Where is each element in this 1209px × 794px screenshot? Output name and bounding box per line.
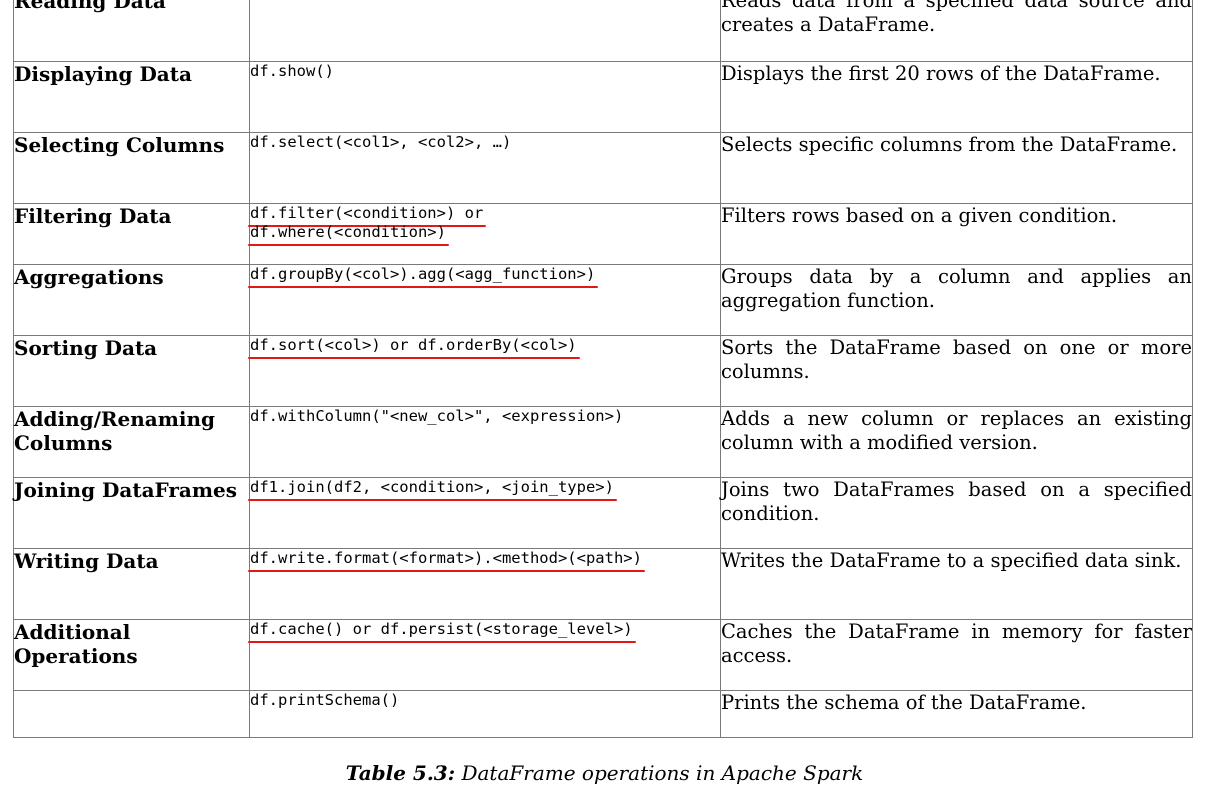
table-row: Joining DataFrames df1.join(df2, <conditi… <box>13 477 1193 549</box>
code-cell: df1.join(df2, <condition>, <join_type>) <box>248 477 721 549</box>
description-cell: Prints the schema of the DataFrame. <box>720 690 1193 738</box>
operation-cell: Joining DataFrames <box>13 477 250 549</box>
caption-label: Table 5.3: <box>345 761 456 785</box>
description-cell: Sorts the DataFrame based on one or more… <box>720 335 1193 407</box>
code-cell: df.write.format(<format>).<method>(<path… <box>248 548 721 620</box>
code-cell: df.show() <box>249 61 721 133</box>
code-cell <box>249 0 721 62</box>
table-row: Adding/Renaming Columns df.withColumn("<n… <box>13 406 1193 478</box>
table-row: Writing Data df.write.format(<format>).<m… <box>13 548 1193 620</box>
operation-cell: Writing Data <box>13 548 250 620</box>
table-row: Reading Data Reads data from a specified … <box>13 0 1193 62</box>
description-cell: Displays the first 20 rows of the DataFr… <box>720 61 1193 133</box>
code-line: df.select(<col1>, <col2>, …) <box>250 133 512 151</box>
code-cell: df.groupBy(<col>).agg(<agg_function>) <box>247 264 721 336</box>
description-cell: Groups data by a column and applies an a… <box>720 264 1193 336</box>
code-line-underlined: df.sort(<col>) or df.orderBy(<col>) <box>248 336 580 359</box>
description-cell: Filters rows based on a given condition. <box>720 203 1193 265</box>
code-line-underlined: df.cache() or df.persist(<storage_level>… <box>248 620 636 643</box>
operation-cell: Selecting Columns <box>13 132 250 204</box>
operations-table-body: Reading Data Reads data from a specified … <box>13 0 1193 738</box>
operation-cell: Filtering Data <box>13 203 250 265</box>
table-row: Selecting Columns df.select(<col1>, <col2… <box>13 132 1193 204</box>
code-cell: df.withColumn("<new_col>", <expression>) <box>249 406 721 478</box>
operations-table: Reading Data Reads data from a specified … <box>13 0 1193 738</box>
description-cell: Reads data from a specified data source … <box>720 0 1193 62</box>
operation-cell: Aggregations <box>13 264 250 336</box>
operation-cell: Adding/Renaming Columns <box>13 406 250 478</box>
code-cell: df.select(<col1>, <col2>, …) <box>249 132 721 204</box>
code-line-underlined: df.filter(<condition>) or <box>247 204 487 227</box>
table-row: Filtering Data df.filter(<condition>) or d… <box>13 203 1193 265</box>
table-row: Displaying Data df.show() Displays the fir… <box>13 61 1193 133</box>
table-row: Aggregations df.groupBy(<col>).agg(<agg_f… <box>13 264 1193 336</box>
code-line: df.printSchema() <box>250 691 400 709</box>
operation-cell: Sorting Data <box>13 335 250 407</box>
code-line-underlined: df.groupBy(<col>).agg(<agg_function>) <box>247 265 599 288</box>
code-line: df.withColumn("<new_col>", <expression>) <box>250 407 624 425</box>
table-row: Sorting Data df.sort(<col>) or df.orderBy… <box>13 335 1193 407</box>
operation-cell <box>13 690 250 738</box>
description-cell: Joins two DataFrames based on a specifie… <box>720 477 1193 549</box>
operation-cell: Additional Operations <box>13 619 250 691</box>
code-cell: df.cache() or df.persist(<storage_level>… <box>248 619 721 691</box>
table-caption: Table 5.3: DataFrame operations in Apach… <box>0 761 1209 785</box>
description-cell: Writes the DataFrame to a specified data… <box>720 548 1193 620</box>
code-cell: df.printSchema() <box>249 690 721 738</box>
code-cell: df.filter(<condition>) or df.where(<condi… <box>247 203 721 265</box>
caption-text: DataFrame operations in Apache Spark <box>461 761 864 785</box>
code-line-underlined: df.where(<condition>) <box>248 223 449 246</box>
operation-cell: Reading Data <box>13 0 250 62</box>
description-cell: Selects specific columns from the DataFr… <box>720 132 1193 204</box>
table-row: df.printSchema() Prints the schema of the… <box>13 690 1193 738</box>
code-cell: df.sort(<col>) or df.orderBy(<col>) <box>248 335 721 407</box>
description-cell: Caches the DataFrame in memory for faste… <box>720 619 1193 691</box>
operation-cell: Displaying Data <box>13 61 250 133</box>
table-row: Additional Operations df.cache() or df.pe… <box>13 619 1193 691</box>
description-cell: Adds a new column or replaces an existin… <box>720 406 1193 478</box>
code-line: df.show() <box>250 62 334 80</box>
code-line-underlined: df1.join(df2, <condition>, <join_type>) <box>248 478 617 501</box>
code-line-underlined: df.write.format(<format>).<method>(<path… <box>248 549 645 572</box>
